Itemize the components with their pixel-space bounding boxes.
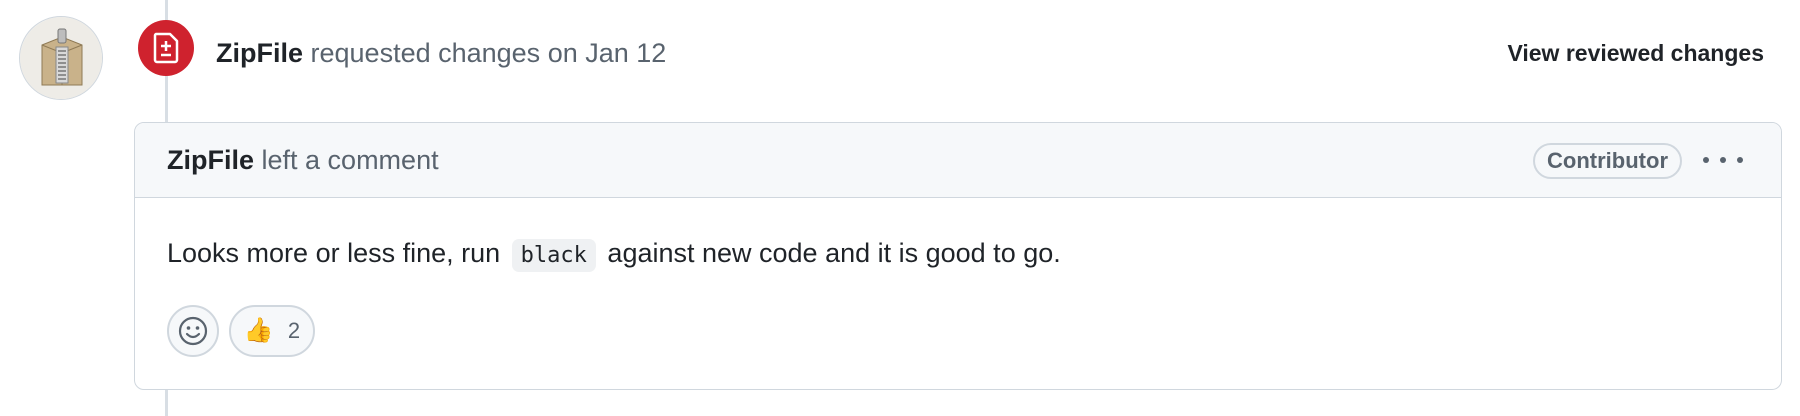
reactions-bar: 👍 2 — [167, 305, 315, 357]
inline-code: black — [511, 239, 596, 272]
comment-header: ZipFile left a comment Contributor — [135, 123, 1781, 198]
review-event-line: ZipFile requested changes on Jan 12 — [216, 36, 666, 70]
zip-file-avatar-icon — [20, 17, 102, 99]
comment-text-after: against new code and it is good to go. — [607, 238, 1061, 268]
event-author-link[interactable]: ZipFile — [216, 38, 303, 68]
kebab-dot — [1737, 157, 1743, 163]
comment-body: Looks more or less fine, run black again… — [167, 235, 1061, 274]
event-action-text: requested changes on Jan 12 — [310, 38, 667, 68]
thumbs-up-icon: 👍 — [243, 317, 274, 344]
smiley-icon — [178, 316, 208, 346]
add-reaction-button[interactable] — [167, 305, 219, 357]
review-comment: ZipFile left a comment Contributor Looks… — [134, 122, 1782, 390]
kebab-dot — [1720, 157, 1726, 163]
comment-header-text: ZipFile left a comment — [167, 143, 439, 177]
comment-text-before: Looks more or less fine, run — [167, 238, 501, 268]
more-options-button[interactable] — [1703, 145, 1743, 175]
file-diff-icon — [153, 32, 179, 64]
comment-author-link[interactable]: ZipFile — [167, 145, 254, 175]
view-reviewed-changes-link[interactable]: View reviewed changes — [1507, 37, 1764, 69]
kebab-dot — [1703, 157, 1709, 163]
avatar[interactable] — [19, 16, 103, 100]
reaction-count: 2 — [287, 318, 301, 343]
thumbs-up-reaction-button[interactable]: 👍 2 — [229, 305, 315, 357]
contributor-badge: Contributor — [1533, 143, 1682, 179]
comment-header-suffix: left a comment — [261, 145, 439, 175]
changes-requested-badge — [138, 20, 194, 76]
